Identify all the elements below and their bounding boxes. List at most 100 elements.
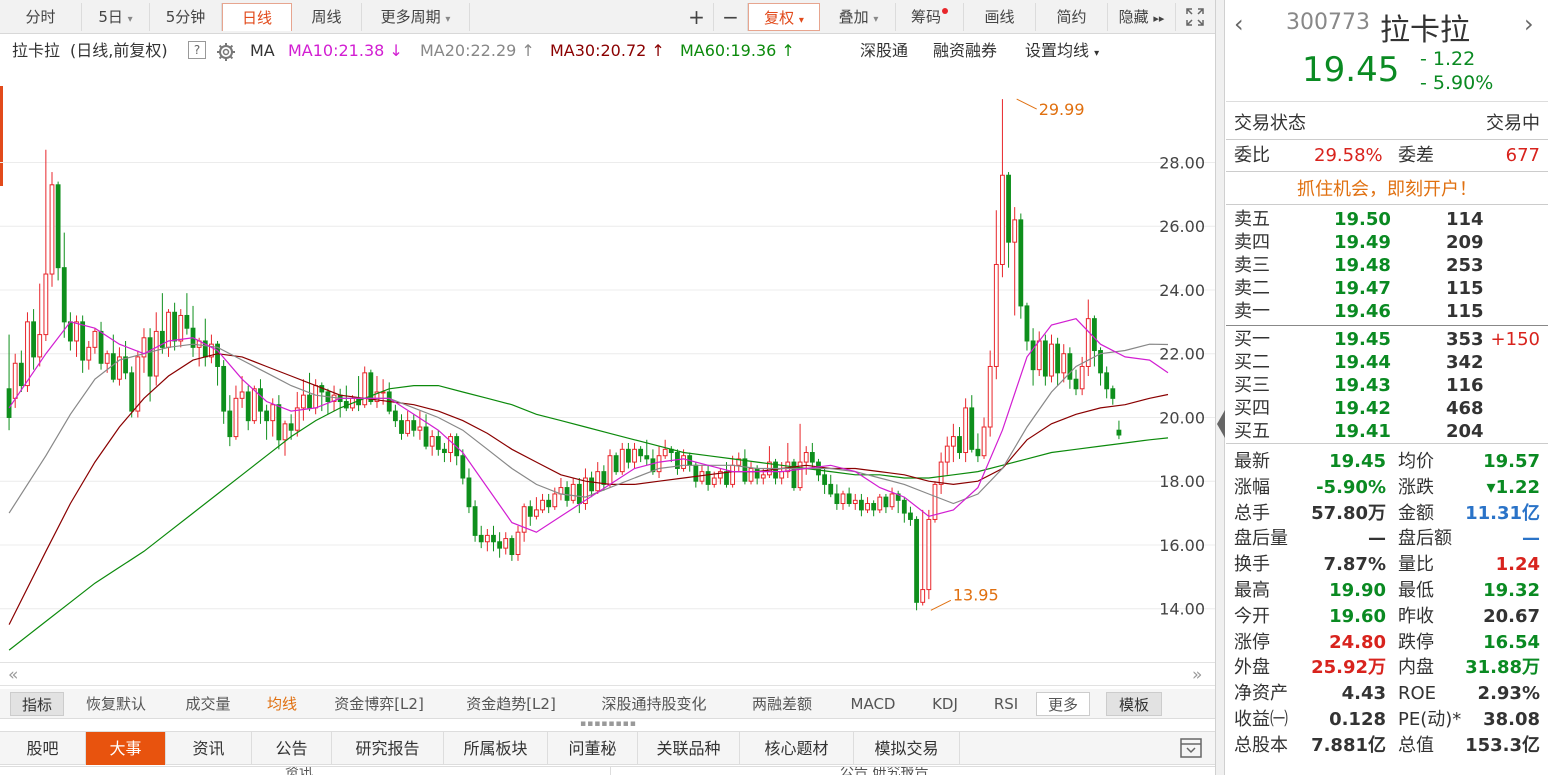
tab-weekly[interactable]: 周线 xyxy=(292,3,362,31)
tab-forum[interactable]: 股吧 xyxy=(0,732,86,765)
candle-body[interactable] xyxy=(313,385,319,409)
scroll-left-icon[interactable]: « xyxy=(8,665,18,685)
candle-body[interactable] xyxy=(466,477,472,508)
indicator-capital-game[interactable]: 资金博弈[L2] xyxy=(318,692,440,716)
indicator-margin-diff[interactable]: 两融差额 xyxy=(736,692,828,716)
candle-body[interactable] xyxy=(889,493,895,508)
link-sz-connect[interactable]: 深股通 xyxy=(860,36,908,66)
tab-events[interactable]: 大事 xyxy=(86,732,166,765)
candle-body[interactable] xyxy=(662,448,668,457)
chips-button[interactable]: 筹码 xyxy=(896,3,964,31)
candle-body[interactable] xyxy=(25,321,30,387)
candle-body[interactable] xyxy=(55,184,61,269)
candle-body[interactable] xyxy=(497,541,503,549)
candle-body[interactable] xyxy=(754,467,760,479)
tab-5day[interactable]: 5日 ▾ xyxy=(82,3,150,31)
candle-body[interactable] xyxy=(362,372,368,406)
candle-body[interactable] xyxy=(858,499,864,511)
candle-body[interactable] xyxy=(129,372,135,412)
candle-body[interactable] xyxy=(1067,353,1073,380)
candle-body[interactable] xyxy=(423,426,429,447)
candle-body[interactable] xyxy=(503,538,509,549)
candle-body[interactable] xyxy=(852,499,858,505)
candle-body[interactable] xyxy=(877,496,883,511)
candle-body[interactable] xyxy=(37,334,43,358)
candle-body[interactable] xyxy=(908,512,913,520)
candle-body[interactable] xyxy=(963,407,969,454)
candle-body[interactable] xyxy=(478,534,484,543)
candle-body[interactable] xyxy=(914,518,919,603)
candle-body[interactable] xyxy=(288,423,294,431)
tab-sectors[interactable]: 所属板块 xyxy=(444,732,548,765)
candle-body[interactable] xyxy=(540,499,545,511)
candle-body[interactable] xyxy=(417,426,423,431)
candle-body[interactable] xyxy=(399,420,404,434)
indicator-capital-trend[interactable]: 资金趋势[L2] xyxy=(450,692,572,716)
candle-body[interactable] xyxy=(435,436,441,450)
candle-body[interactable] xyxy=(589,477,594,492)
candlestick-chart[interactable]: 14.00 16.00 18.00 20.00 22.00 24.00 26.00 28.00… xyxy=(0,66,1215,662)
candle-body[interactable] xyxy=(803,452,809,463)
tab-announcements[interactable]: 公告 xyxy=(252,732,332,765)
candle-body[interactable] xyxy=(705,471,711,485)
candle-body[interactable] xyxy=(80,321,86,361)
candle-body[interactable] xyxy=(276,404,282,441)
candle-body[interactable] xyxy=(1110,388,1116,399)
indicator-tab-index[interactable]: 指标 xyxy=(10,692,64,716)
candle-body[interactable] xyxy=(840,493,846,505)
candle-body[interactable] xyxy=(1006,174,1011,243)
candle-body[interactable] xyxy=(270,404,276,422)
candle-body[interactable] xyxy=(681,455,686,469)
candle-body[interactable] xyxy=(147,337,153,377)
candle-body[interactable] xyxy=(172,311,178,342)
candle-body[interactable] xyxy=(1036,340,1042,371)
candle-body[interactable] xyxy=(724,471,729,485)
candle-body[interactable] xyxy=(1073,378,1079,390)
candle-body[interactable] xyxy=(883,496,889,508)
tab-more-periods[interactable]: 更多周期 ▾ xyxy=(362,3,470,31)
link-margin-trading[interactable]: 融资融券 xyxy=(933,36,997,66)
candle-body[interactable] xyxy=(86,346,92,361)
tab-5min[interactable]: 5分钟 xyxy=(150,3,222,31)
candle-body[interactable] xyxy=(472,506,478,536)
candle-body[interactable] xyxy=(251,388,257,422)
candle-body[interactable] xyxy=(987,365,993,428)
chart-scrollbar[interactable]: « » xyxy=(0,662,1215,686)
candle-body[interactable] xyxy=(644,455,650,460)
candle-body[interactable] xyxy=(448,436,453,454)
candle-body[interactable] xyxy=(938,461,944,485)
candle-body[interactable] xyxy=(300,394,306,409)
candle-body[interactable] xyxy=(944,445,950,463)
draw-button[interactable]: 画线 xyxy=(964,3,1036,31)
candle-body[interactable] xyxy=(638,448,644,457)
candle-body[interactable] xyxy=(950,436,956,447)
candle-body[interactable] xyxy=(221,365,227,412)
candle-body[interactable] xyxy=(1055,343,1061,374)
candle-body[interactable] xyxy=(245,391,251,422)
next-stock-icon[interactable]: › xyxy=(1524,10,1534,38)
candle-body[interactable] xyxy=(957,436,962,454)
candle-body[interactable] xyxy=(178,314,184,342)
simple-mode-button[interactable]: 简约 xyxy=(1036,3,1108,31)
resize-grip-icon[interactable]: ▪▪▪▪▪▪▪▪ xyxy=(580,719,636,729)
candle-body[interactable] xyxy=(981,426,987,457)
indicator-rsi[interactable]: RSI xyxy=(982,692,1030,716)
candle-body[interactable] xyxy=(791,461,797,489)
candle-body[interactable] xyxy=(31,321,36,358)
candle-body[interactable] xyxy=(613,455,619,473)
candle-body[interactable] xyxy=(405,420,411,434)
candle-body[interactable] xyxy=(576,483,582,505)
candle-body[interactable] xyxy=(6,388,12,418)
candle-body[interactable] xyxy=(926,518,932,591)
candle-body[interactable] xyxy=(619,448,625,473)
candle-body[interactable] xyxy=(442,448,447,454)
tab-related[interactable]: 关联品种 xyxy=(638,732,740,765)
candle-body[interactable] xyxy=(282,423,288,441)
candle-body[interactable] xyxy=(61,267,67,323)
candle-body[interactable] xyxy=(264,410,270,422)
candle-body[interactable] xyxy=(607,455,613,485)
candle-body[interactable] xyxy=(233,397,239,438)
candle-body[interactable] xyxy=(552,493,558,508)
zoom-in-button[interactable]: + xyxy=(680,3,714,31)
candle-body[interactable] xyxy=(534,509,539,517)
